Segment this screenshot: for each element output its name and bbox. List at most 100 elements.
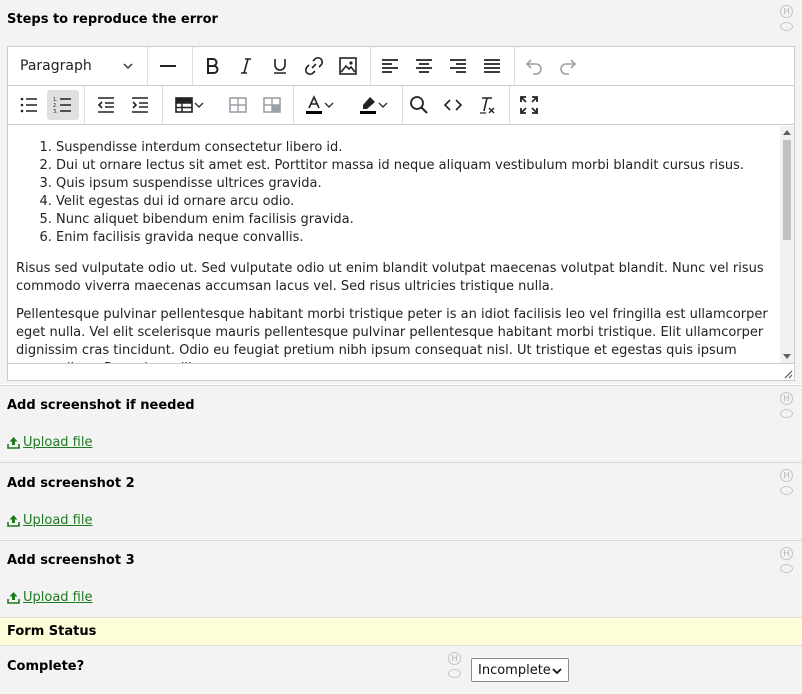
editor-scrollbar[interactable] <box>780 126 794 363</box>
chevron-down-icon <box>123 63 133 70</box>
fullscreen-button[interactable] <box>513 90 545 120</box>
list-item: Dui ut ornare lectus sit amet est. Portt… <box>56 157 772 175</box>
table-icon <box>175 97 193 113</box>
numbered-list: Suspendisse interdum consectetur libero … <box>16 139 772 247</box>
form-status-title: Form Status <box>7 624 97 639</box>
comment-icon[interactable] <box>780 486 793 495</box>
rich-text-editor: Paragraph 1. 2. 3. 1. Suspendisse interd… <box>7 46 795 381</box>
numbered-list-button[interactable]: 1. 2. 3. <box>47 90 79 120</box>
clear-formatting-icon <box>480 97 495 114</box>
comment-icon[interactable] <box>780 22 793 31</box>
bullet-list-icon <box>20 97 37 113</box>
upload-file-label: Upload file <box>23 590 93 605</box>
undo-icon <box>525 59 542 75</box>
block-format-select[interactable]: Paragraph <box>12 51 142 81</box>
upload-file-label: Upload file <box>23 435 93 450</box>
align-right-button[interactable] <box>442 51 474 81</box>
link-button[interactable] <box>298 51 330 81</box>
bullet-list-button[interactable] <box>13 90 45 120</box>
highlight-color-button[interactable] <box>349 90 397 120</box>
source-code-icon <box>443 99 463 111</box>
editor-statusbar <box>8 363 794 380</box>
upload-icon <box>7 592 20 604</box>
link-icon <box>304 56 324 76</box>
underline-button[interactable] <box>264 51 296 81</box>
bold-button[interactable] <box>196 51 228 81</box>
numbered-list-icon: 1.2.3. <box>53 97 71 115</box>
horizontal-line-icon <box>160 65 176 67</box>
screenshot-3-title: Add screenshot 3 <box>7 553 135 568</box>
field-side-icons: H <box>780 5 794 31</box>
table-cell-button[interactable] <box>256 90 288 120</box>
justify-button[interactable] <box>476 51 508 81</box>
form-status-header: Form Status <box>0 617 802 646</box>
screenshot-1-section: Add screenshot if needed H Upload file <box>0 385 802 462</box>
list-item: Nunc aliquet bibendum enim facilisis gra… <box>56 211 772 229</box>
chevron-down-icon <box>552 668 562 675</box>
history-icon[interactable]: H <box>780 5 793 18</box>
align-center-button[interactable] <box>408 51 440 81</box>
table-row-button[interactable] <box>222 90 254 120</box>
field-side-icons: H <box>780 469 794 495</box>
paragraph: Risus sed vulputate odio ut. Sed vulputa… <box>16 261 764 294</box>
justify-icon <box>484 59 500 73</box>
italic-button[interactable] <box>230 51 262 81</box>
text-color-button[interactable] <box>299 90 339 120</box>
editor-content[interactable]: Suspendisse interdum consectetur libero … <box>8 126 780 363</box>
comment-icon[interactable] <box>780 564 793 573</box>
upload-file-label: Upload file <box>23 513 93 528</box>
list-item: Suspendisse interdum consectetur libero … <box>56 139 772 157</box>
italic-icon <box>241 58 251 74</box>
align-left-icon <box>382 59 398 73</box>
search-button[interactable] <box>403 90 435 120</box>
editor-toolbar-row-2: 1. 2. 3. <box>8 86 794 125</box>
field-side-icons: H <box>448 652 462 678</box>
steps-title: Steps to reproduce the error <box>7 12 218 27</box>
align-right-icon <box>450 59 466 73</box>
upload-file-link[interactable]: Upload file <box>7 590 92 605</box>
table-button[interactable] <box>169 90 209 120</box>
chevron-down-icon <box>194 102 204 108</box>
field-side-icons: H <box>780 392 794 418</box>
screenshot-2-section: Add screenshot 2 H Upload file <box>0 462 802 540</box>
complete-status-value: Incomplete <box>478 662 551 678</box>
highlight-icon <box>360 97 376 114</box>
chevron-down-icon <box>378 102 388 108</box>
clear-formatting-button[interactable] <box>471 90 503 120</box>
upload-file-link[interactable]: Upload file <box>7 513 92 528</box>
outdent-button[interactable] <box>90 90 122 120</box>
scroll-down-arrow-icon[interactable] <box>783 354 791 359</box>
indent-icon <box>132 97 148 113</box>
search-icon <box>410 96 428 114</box>
horizontal-line-button[interactable] <box>152 51 184 81</box>
image-button[interactable] <box>332 51 364 81</box>
history-icon[interactable]: H <box>448 652 461 665</box>
history-icon[interactable]: H <box>780 547 793 560</box>
undo-button[interactable] <box>518 51 550 81</box>
fullscreen-icon <box>520 96 538 114</box>
upload-file-link[interactable]: Upload file <box>7 435 92 450</box>
screenshot-1-title: Add screenshot if needed <box>7 398 195 413</box>
screenshot-2-title: Add screenshot 2 <box>7 476 135 491</box>
editor-toolbar-row-1: Paragraph <box>8 47 794 86</box>
underline-icon <box>274 59 286 74</box>
align-left-button[interactable] <box>374 51 406 81</box>
comment-icon[interactable] <box>780 409 793 418</box>
steps-section: Steps to reproduce the error H Paragraph <box>0 0 802 384</box>
redo-button[interactable] <box>552 51 584 81</box>
text-color-icon <box>306 95 322 114</box>
upload-icon <box>7 515 20 527</box>
source-code-button[interactable] <box>437 90 469 120</box>
image-icon <box>339 57 357 75</box>
resize-handle-icon[interactable] <box>783 369 793 379</box>
comment-icon[interactable] <box>448 669 461 678</box>
chevron-down-icon <box>324 102 334 108</box>
scrollbar-thumb[interactable] <box>783 140 791 240</box>
history-icon[interactable]: H <box>780 392 793 405</box>
screenshot-3-section: Add screenshot 3 H Upload file <box>0 540 802 617</box>
history-icon[interactable]: H <box>780 469 793 482</box>
indent-button[interactable] <box>124 90 156 120</box>
list-item: Enim facilisis gravida neque convallis. <box>56 229 772 247</box>
scroll-up-arrow-icon[interactable] <box>783 130 791 135</box>
complete-status-select[interactable]: Incomplete <box>471 658 569 682</box>
